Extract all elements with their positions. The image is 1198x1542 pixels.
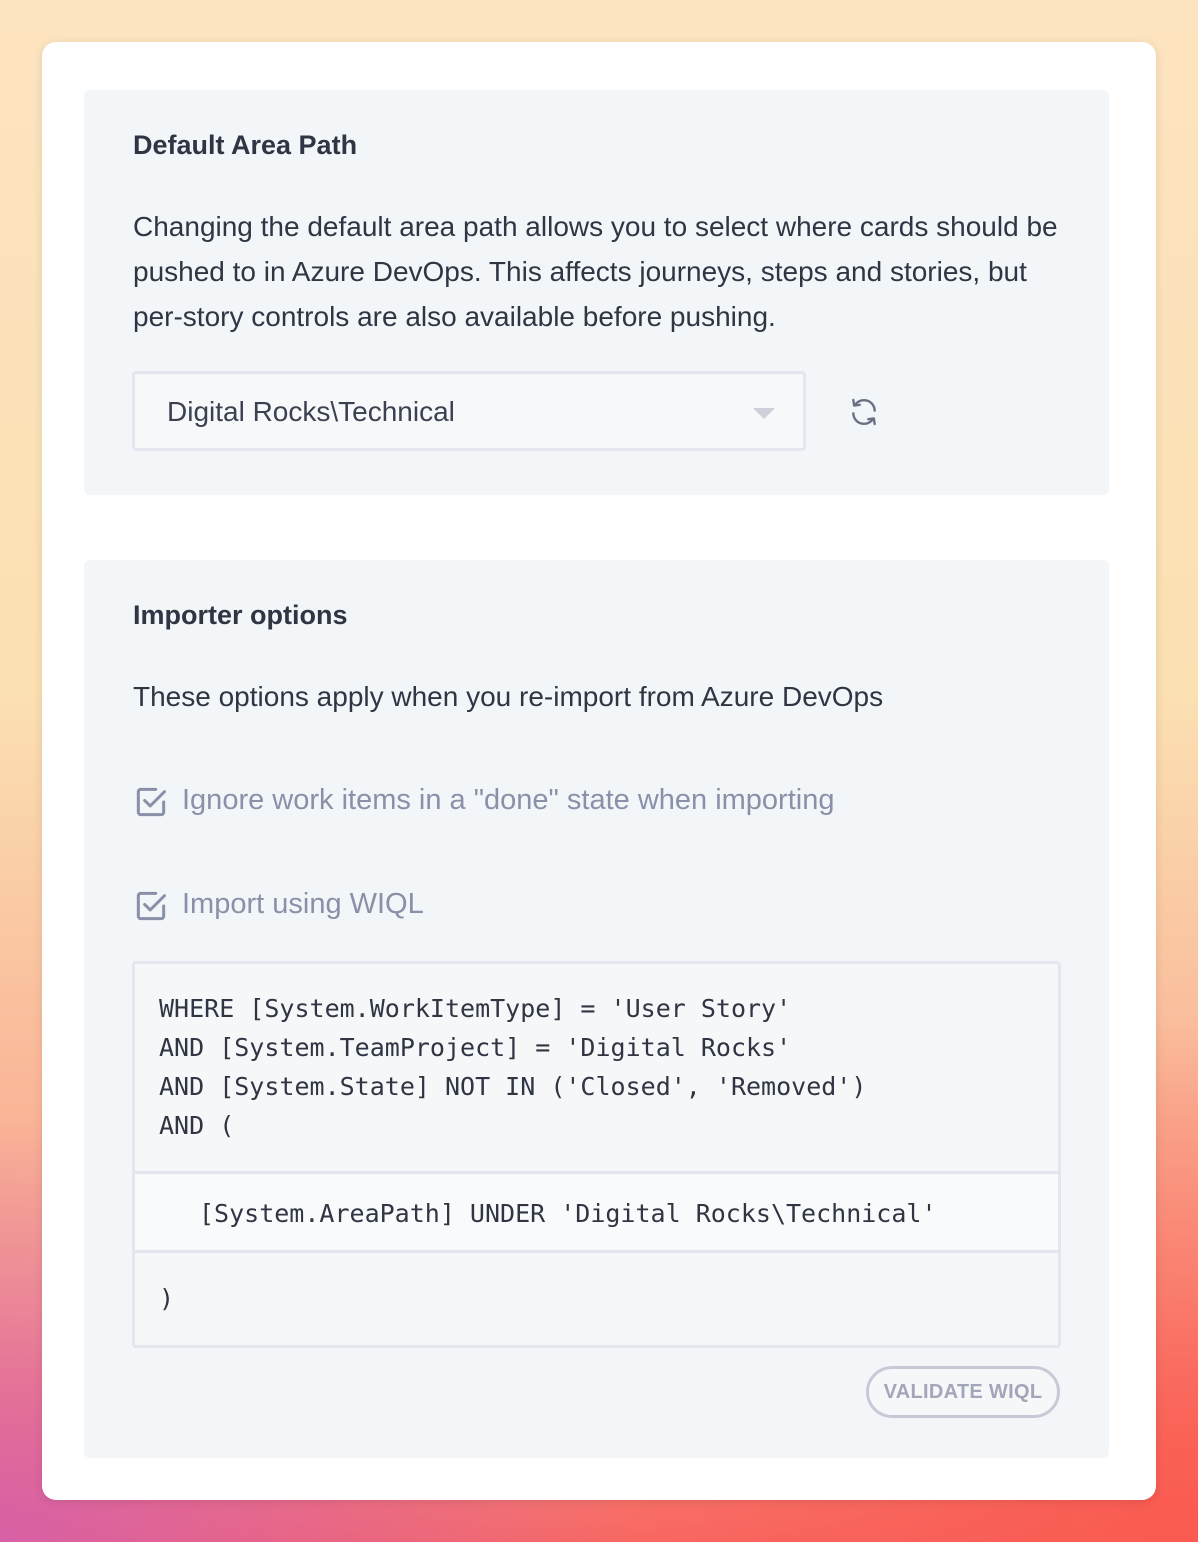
chevron-down-icon	[753, 408, 775, 419]
wiql-line: AND [System.State] NOT IN ('Closed', 'Re…	[159, 1072, 867, 1101]
refresh-icon[interactable]	[848, 396, 880, 428]
importer-options-section: Importer options These options apply whe…	[84, 560, 1109, 1458]
default-area-path-section: Default Area Path Changing the default a…	[84, 90, 1109, 495]
validate-wiql-button[interactable]: VALIDATE WIQL	[866, 1366, 1060, 1418]
section-description: These options apply when you re-import f…	[133, 681, 884, 712]
checkbox-label: Ignore work items in a "done" state when…	[182, 784, 835, 816]
checkbox-label: Import using WIQL	[182, 888, 424, 920]
wiql-editor[interactable]: WHERE [System.WorkItemType] = 'User Stor…	[132, 961, 1061, 1348]
wiql-query-prefix[interactable]: WHERE [System.WorkItemType] = 'User Stor…	[135, 964, 1058, 1171]
area-path-selected-value: Digital Rocks\Technical	[167, 396, 455, 427]
wiql-line: AND [System.TeamProject] = 'Digital Rock…	[159, 1033, 792, 1062]
area-path-select[interactable]: Digital Rocks\Technical	[132, 371, 806, 451]
section-title: Default Area Path	[133, 130, 358, 160]
checkbox-checked-icon	[136, 891, 166, 921]
checkbox-checked-icon	[136, 787, 166, 817]
settings-card: Default Area Path Changing the default a…	[42, 42, 1156, 1500]
section-title: Importer options	[133, 600, 348, 630]
wiql-area-clause: [System.AreaPath] UNDER 'Digital Rocks\T…	[135, 1171, 1058, 1253]
section-description: Changing the default area path allows yo…	[133, 211, 1058, 332]
wiql-line: WHERE [System.WorkItemType] = 'User Stor…	[159, 994, 792, 1023]
wiql-query-suffix[interactable]: )	[135, 1256, 1058, 1345]
wiql-line: AND (	[159, 1111, 235, 1140]
